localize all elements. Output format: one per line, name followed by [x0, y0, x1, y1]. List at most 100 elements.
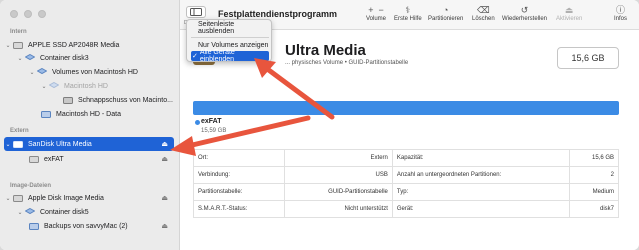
- mount-button[interactable]: ⏏ Aktivieren: [556, 5, 582, 22]
- partition-legend-dot: [195, 120, 200, 125]
- sidebar-section-internal: Intern: [10, 29, 27, 35]
- info-label: S.M.A.R.T.-Status:: [192, 200, 286, 218]
- erase-button[interactable]: ⌫ Löschen: [472, 5, 495, 22]
- zoom-window-button[interactable]: [38, 10, 46, 18]
- info-label: Kapazität:: [391, 149, 571, 167]
- sidebar-item-snapshot[interactable]: Schnappschuss von Macinto...: [62, 94, 174, 106]
- info-label: Ort:: [192, 149, 286, 167]
- usage-bar: [193, 101, 619, 115]
- volume-icon: [28, 155, 40, 163]
- eject-icon[interactable]: ⏏: [161, 194, 168, 202]
- sidebar-item-label: SanDisk Ultra Media: [28, 140, 92, 148]
- info-value: 15,6 GB: [569, 149, 619, 167]
- info-value: 2: [569, 166, 619, 184]
- disk-title: Ultra Media: [285, 42, 366, 59]
- volume-group-icon: [36, 68, 48, 76]
- partition-button[interactable]: ◔ Partitionieren: [428, 5, 463, 22]
- sidebar-item-label: Volumes von Macintosh HD: [52, 68, 138, 76]
- sidebar-item-apple-ssd[interactable]: ⌄ APPLE SSD AP2048R Media: [4, 39, 174, 51]
- detail-pane: Ultra Media ... physisches Volume • GUID…: [181, 31, 639, 250]
- sidebar-section-external: Extern: [10, 128, 29, 134]
- disk-size-box: 15,6 GB: [557, 47, 619, 69]
- disk-utility-window: Intern ⌄ APPLE SSD AP2048R Media ⌄ Conta…: [0, 0, 639, 250]
- window-title: Festplattendienstprogramm: [218, 9, 338, 19]
- close-window-button[interactable]: [10, 10, 18, 18]
- sidebar-item-macintosh-hd[interactable]: ⌄ Macintosh HD: [40, 80, 174, 92]
- chevron-down-icon[interactable]: ⌄: [28, 69, 36, 76]
- info-icon: ⓘ: [616, 5, 626, 15]
- sidebar-item-apple-disk-image[interactable]: ⌄ Apple Disk Image Media ⏏: [4, 192, 174, 204]
- pie-chart-icon: ◔: [442, 5, 449, 15]
- info-label: Anzahl an untergeordneten Partitionen:: [391, 166, 571, 184]
- sidebar-item-container-disk3[interactable]: ⌄ Container disk3: [16, 52, 174, 64]
- info-label: Gerät:: [391, 200, 571, 218]
- chevron-down-icon[interactable]: ⌄: [16, 209, 24, 216]
- sidebar-item-label: APPLE SSD AP2048R Media: [28, 41, 120, 49]
- eject-icon: ⏏: [564, 5, 574, 15]
- chevron-down-icon[interactable]: ⌄: [16, 55, 24, 62]
- sidebar-item-label: Apple Disk Image Media: [28, 194, 104, 202]
- info-label: Partitionstabelle:: [192, 183, 286, 201]
- partition-legend-name: exFAT: [201, 118, 222, 125]
- menu-item-show-all-devices[interactable]: ✓ Alle Geräte einblenden: [191, 49, 269, 63]
- plus-minus-icon: + −: [368, 5, 384, 15]
- first-aid-button[interactable]: ⚕ Erste Hilfe: [394, 5, 422, 22]
- table-row: Ort: Extern Kapazität: 15,6 GB: [192, 149, 619, 167]
- sidebar-item-label: Schnappschuss von Macinto...: [78, 96, 173, 104]
- sidebar-item-exfat[interactable]: exFAT ⏏: [28, 153, 174, 165]
- chevron-down-icon[interactable]: ⌄: [4, 195, 12, 202]
- sidebar-item-backups[interactable]: Backups von savvyMac (2) ⏏: [28, 220, 174, 232]
- checkmark-icon: ✓: [192, 53, 200, 60]
- erase-icon: ⌫: [476, 5, 490, 15]
- info-value: USB: [284, 166, 393, 184]
- info-label: Typ:: [391, 183, 571, 201]
- view-dropdown-menu: Seitenleiste ausblenden Nur Volumes anze…: [186, 19, 272, 63]
- volume-button[interactable]: + − Volume: [366, 5, 386, 22]
- volume-icon: [40, 110, 52, 118]
- sidebar-item-label: Container disk3: [40, 54, 89, 62]
- sidebar-item-label: Macintosh HD - Data: [56, 110, 121, 118]
- stethoscope-icon: ⚕: [405, 5, 411, 15]
- table-row: Verbindung: USB Anzahl an untergeordnete…: [192, 166, 619, 184]
- info-button[interactable]: ⓘ Infos: [614, 5, 627, 22]
- sidebar-item-sandisk-ultra-media[interactable]: ⌄ SanDisk Ultra Media ⏏: [4, 137, 174, 151]
- container-icon: [24, 208, 36, 216]
- sidebar-item-label: exFAT: [44, 155, 64, 163]
- info-value: Nicht unterstützt: [284, 200, 393, 218]
- sidebar-toggle-icon: [190, 8, 202, 16]
- sidebar-item-volumes-macintosh-hd[interactable]: ⌄ Volumes von Macintosh HD: [28, 66, 174, 78]
- table-row: Partitionstabelle: GUID-Partitionstabell…: [192, 183, 619, 201]
- internal-disk-icon: [12, 41, 24, 49]
- sidebar-item-container-disk5[interactable]: ⌄ Container disk5: [16, 206, 174, 218]
- chevron-down-icon[interactable]: ⌄: [40, 83, 48, 90]
- info-value: Extern: [284, 149, 393, 167]
- eject-icon[interactable]: ⏏: [161, 222, 168, 230]
- volume-icon: [48, 82, 60, 90]
- info-label: Verbindung:: [192, 166, 286, 184]
- info-value: disk7: [569, 200, 619, 218]
- eject-icon[interactable]: ⏏: [161, 140, 168, 148]
- menu-separator: [191, 37, 269, 38]
- chevron-down-icon[interactable]: ⌄: [4, 141, 12, 148]
- table-row: S.M.A.R.T.-Status: Nicht unterstützt Ger…: [192, 200, 619, 218]
- container-icon: [24, 54, 36, 62]
- sidebar-item-macintosh-hd-data[interactable]: Macintosh HD - Data: [40, 108, 174, 120]
- info-value: Medium: [569, 183, 619, 201]
- menu-item-hide-sidebar[interactable]: Seitenleiste ausblenden: [191, 21, 269, 35]
- minimize-window-button[interactable]: [24, 10, 32, 18]
- partition-legend-size: 15,59 GB: [201, 128, 227, 134]
- restore-button[interactable]: ↺ Wiederherstellen: [502, 5, 547, 22]
- volume-icon: [28, 222, 40, 230]
- sidebar-item-label: Container disk5: [40, 208, 89, 216]
- sidebar: Intern ⌄ APPLE SSD AP2048R Media ⌄ Conta…: [0, 0, 180, 250]
- external-disk-icon: [12, 140, 24, 148]
- restore-icon: ↺: [520, 5, 529, 15]
- sidebar-section-image-files: Image-Dateien: [10, 183, 52, 189]
- chevron-down-icon[interactable]: ⌄: [4, 42, 12, 49]
- view-menu-button[interactable]: [186, 6, 206, 18]
- eject-icon[interactable]: ⏏: [161, 155, 168, 163]
- info-table: Ort: Extern Kapazität: 15,6 GB Verbindun…: [192, 149, 619, 218]
- sidebar-item-label: Macintosh HD: [64, 82, 108, 90]
- disk-subtitle: ... physisches Volume • GUID-Partitionst…: [285, 60, 409, 66]
- info-value: GUID-Partitionstabelle: [284, 183, 393, 201]
